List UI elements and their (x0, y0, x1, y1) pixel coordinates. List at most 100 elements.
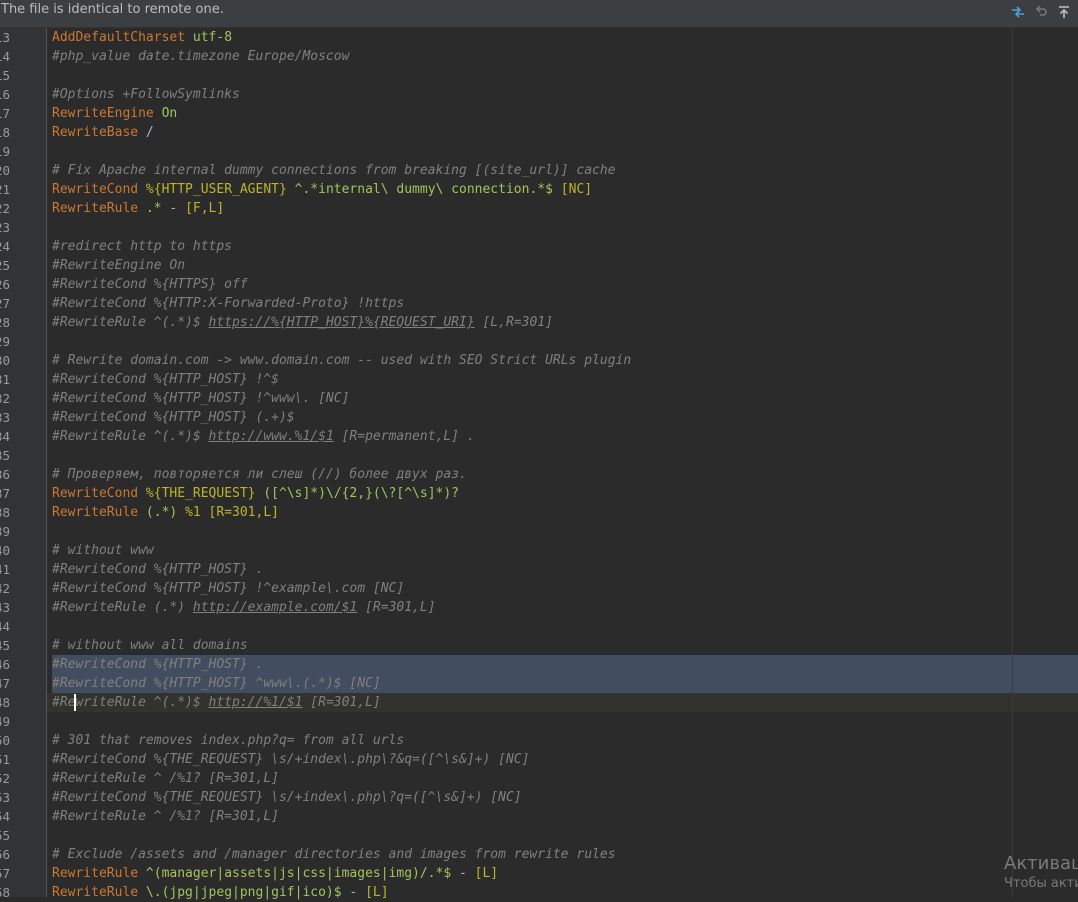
code-text[interactable]: RewriteRule \.(jpg|jpeg|png|gif|ico)$ - … (52, 883, 389, 902)
code-text[interactable]: RewriteRule ^(manager|assets|js|css|imag… (52, 864, 498, 883)
code-line[interactable]: 27 #RewriteCond %{HTTP:X-Forwarded-Proto}… (0, 294, 1078, 313)
code-line[interactable]: 29 (0, 332, 1078, 351)
code-text[interactable]: #RewriteRule ^(.*)$ http://www.%1/$1 [R=… (52, 427, 475, 446)
code-text[interactable]: #RewriteEngine On (52, 256, 185, 275)
code-line[interactable]: 50 # 301 that removes index.php?q= from a… (0, 731, 1078, 750)
code-text[interactable]: #redirect http to https (52, 237, 232, 256)
code-text[interactable]: #RewriteCond %{HTTPS} off (52, 275, 248, 294)
code-line[interactable]: 53 #RewriteCond %{THE_REQUEST} \s/+index\… (0, 788, 1078, 807)
code-line[interactable]: 39 (0, 522, 1078, 541)
code-line[interactable]: 49 (0, 712, 1078, 731)
code-text[interactable]: RewriteEngine On (52, 104, 177, 123)
code-line[interactable]: 33 #RewriteCond %{HTTP_HOST} (.+)$ (0, 408, 1078, 427)
line-number: 29 (0, 332, 10, 351)
code-text[interactable]: # without www all domains (52, 636, 248, 655)
code-text[interactable]: # Проверяем, повторяется ли слеш (//) бо… (52, 465, 467, 484)
code-text[interactable]: #RewriteRule ^(.*)$ http://%1/$1 [R=301,… (52, 693, 381, 712)
code-text[interactable]: RewriteCond %{HTTP_USER_AGENT} ^.*intern… (52, 180, 592, 199)
code-line[interactable]: 15 (0, 66, 1078, 85)
revert-icon[interactable] (1033, 4, 1049, 20)
code-text[interactable]: RewriteBase / (52, 123, 154, 142)
code-text[interactable]: #RewriteCond %{HTTP_HOST} !^$ (52, 370, 279, 389)
token-cm: #RewriteCond %{HTTP_HOST} !^$ (52, 372, 279, 387)
code-text[interactable]: #RewriteCond %{HTTP:X-Forwarded-Proto} !… (52, 294, 404, 313)
code-line[interactable]: 21 RewriteCond %{HTTP_USER_AGENT} ^.*inte… (0, 180, 1078, 199)
code-line[interactable]: 36 # Проверяем, повторяется ли слеш (//) … (0, 465, 1078, 484)
code-text[interactable]: #Options +FollowSymlinks (52, 85, 240, 104)
code-line[interactable]: 43 #RewriteRule (.*) http://example.com/$… (0, 598, 1078, 617)
code-line[interactable]: 26 #RewriteCond %{HTTPS} off (0, 275, 1078, 294)
code-line[interactable]: 54 #RewriteRule ^ /%1? [R=301,L] (0, 807, 1078, 826)
code-text[interactable]: # Fix Apache internal dummy connections … (52, 161, 616, 180)
code-line[interactable]: 57 RewriteRule ^(manager|assets|js|css|im… (0, 864, 1078, 883)
code-line[interactable]: 17 RewriteEngine On (0, 104, 1078, 123)
code-text[interactable]: #RewriteCond %{HTTP_HOST} !^www\. [NC] (52, 389, 349, 408)
code-line[interactable]: 18 RewriteBase / (0, 123, 1078, 142)
code-text[interactable]: #RewriteRule ^(.*)$ https://%{HTTP_HOST}… (52, 313, 553, 332)
line-number: 17 (0, 104, 10, 123)
code-text[interactable]: #RewriteCond %{HTTP_HOST} . (52, 655, 263, 674)
code-line[interactable]: 22 RewriteRule .* - [F,L] (0, 199, 1078, 218)
line-number-text: 52 (0, 771, 10, 786)
code-line[interactable]: 20 # Fix Apache internal dummy connection… (0, 161, 1078, 180)
upload-icon[interactable] (1056, 4, 1072, 20)
code-line[interactable]: 46 #RewriteCond %{HTTP_HOST} . (0, 655, 1078, 674)
line-number-text: 35 (0, 448, 10, 463)
code-line[interactable]: 32 #RewriteCond %{HTTP_HOST} !^www\. [NC] (0, 389, 1078, 408)
code-line[interactable]: 58 RewriteRule \.(jpg|jpeg|png|gif|ico)$ … (0, 883, 1078, 902)
code-text[interactable]: #RewriteRule ^ /%1? [R=301,L] (52, 769, 279, 788)
code-text[interactable]: # Rewrite domain.com -> www.domain.com -… (52, 351, 631, 370)
code-text[interactable]: #RewriteRule (.*) http://example.com/$1 … (52, 598, 436, 617)
token-str: utf-8 (192, 30, 233, 45)
code-line[interactable]: 55 (0, 826, 1078, 845)
code-text[interactable]: #RewriteCond %{THE_REQUEST} \s/+index\.p… (52, 788, 522, 807)
code-line[interactable]: 23 (0, 218, 1078, 237)
code-line[interactable]: 40 # without www (0, 541, 1078, 560)
code-line[interactable]: 41 #RewriteCond %{HTTP_HOST} . (0, 560, 1078, 579)
code-text[interactable]: # 301 that removes index.php?q= from all… (52, 731, 404, 750)
code-line[interactable]: 14 #php_value date.timezone Europe/Moscow (0, 47, 1078, 66)
code-line[interactable]: 51 #RewriteCond %{THE_REQUEST} \s/+index\… (0, 750, 1078, 769)
line-number-text: 26 (0, 277, 10, 292)
line-number: 27 (0, 294, 10, 313)
token-str: ([^\s]*)\/{2,}(\?[^\s]*)? (263, 486, 459, 501)
code-line[interactable]: 42 #RewriteCond %{HTTP_HOST} !^example\.c… (0, 579, 1078, 598)
code-line[interactable]: 28 #RewriteRule ^(.*)$ https://%{HTTP_HOS… (0, 313, 1078, 332)
code-editor[interactable]: 13 AddDefaultCharset utf-8 14 #php_value da… (0, 28, 1078, 900)
token-cm: #RewriteCond %{HTTP_HOST} . (52, 562, 264, 577)
code-text[interactable]: AddDefaultCharset utf-8 (52, 28, 232, 47)
code-text[interactable]: #RewriteCond %{HTTP_HOST} ^www\.(.*)$ [N… (52, 674, 381, 693)
code-line[interactable]: 45 # without www all domains (0, 636, 1078, 655)
code-line[interactable]: 47 #RewriteCond %{HTTP_HOST} ^www\.(.*)$ … (0, 674, 1078, 693)
code-line[interactable]: 19 (0, 142, 1078, 161)
code-text[interactable]: RewriteCond %{THE_REQUEST} ([^\s]*)\/{2,… (52, 484, 459, 503)
code-line[interactable]: 44 (0, 617, 1078, 636)
code-text[interactable]: RewriteRule .* - [F,L] (52, 199, 224, 218)
code-text[interactable]: #RewriteCond %{HTTP_HOST} (.+)$ (52, 408, 295, 427)
code-line[interactable]: 31 #RewriteCond %{HTTP_HOST} !^$ (0, 370, 1078, 389)
code-text[interactable]: #RewriteCond %{HTTP_HOST} !^example\.com… (52, 579, 404, 598)
code-line[interactable]: 38 RewriteRule (.*) %1 [R=301,L] (0, 503, 1078, 522)
code-line[interactable]: 30 # Rewrite domain.com -> www.domain.com… (0, 351, 1078, 370)
code-line[interactable]: 13 AddDefaultCharset utf-8 (0, 28, 1078, 47)
code-line[interactable]: 16 #Options +FollowSymlinks (0, 85, 1078, 104)
code-line[interactable]: 35 (0, 446, 1078, 465)
code-text[interactable]: # Exclude /assets and /manager directori… (52, 845, 616, 864)
code-text[interactable]: #php_value date.timezone Europe/Moscow (52, 47, 349, 66)
code-line[interactable]: 25 #RewriteEngine On (0, 256, 1078, 275)
code-line[interactable]: 34 #RewriteRule ^(.*)$ http://www.%1/$1 [… (0, 427, 1078, 446)
code-line[interactable]: 48 #RewriteRule ^(.*)$ http://%1/$1 [R=30… (0, 693, 1078, 712)
line-number: 28 (0, 313, 10, 332)
code-text[interactable]: #RewriteRule ^ /%1? [R=301,L] (52, 807, 279, 826)
code-line[interactable]: 56 # Exclude /assets and /manager directo… (0, 845, 1078, 864)
code-text[interactable]: RewriteRule (.*) %1 [R=301,L] (52, 503, 279, 522)
compare-arrows-icon[interactable] (1010, 4, 1026, 20)
code-text[interactable]: #RewriteCond %{HTTP_HOST} . (52, 560, 263, 579)
code-line[interactable]: 24 #redirect http to https (0, 237, 1078, 256)
code-line[interactable]: 37 RewriteCond %{THE_REQUEST} ([^\s]*)\/{… (0, 484, 1078, 503)
code-line[interactable]: 52 #RewriteRule ^ /%1? [R=301,L] (0, 769, 1078, 788)
code-text[interactable]: # without www (52, 541, 154, 560)
code-text[interactable]: #RewriteCond %{THE_REQUEST} \s/+index\.p… (52, 750, 529, 769)
